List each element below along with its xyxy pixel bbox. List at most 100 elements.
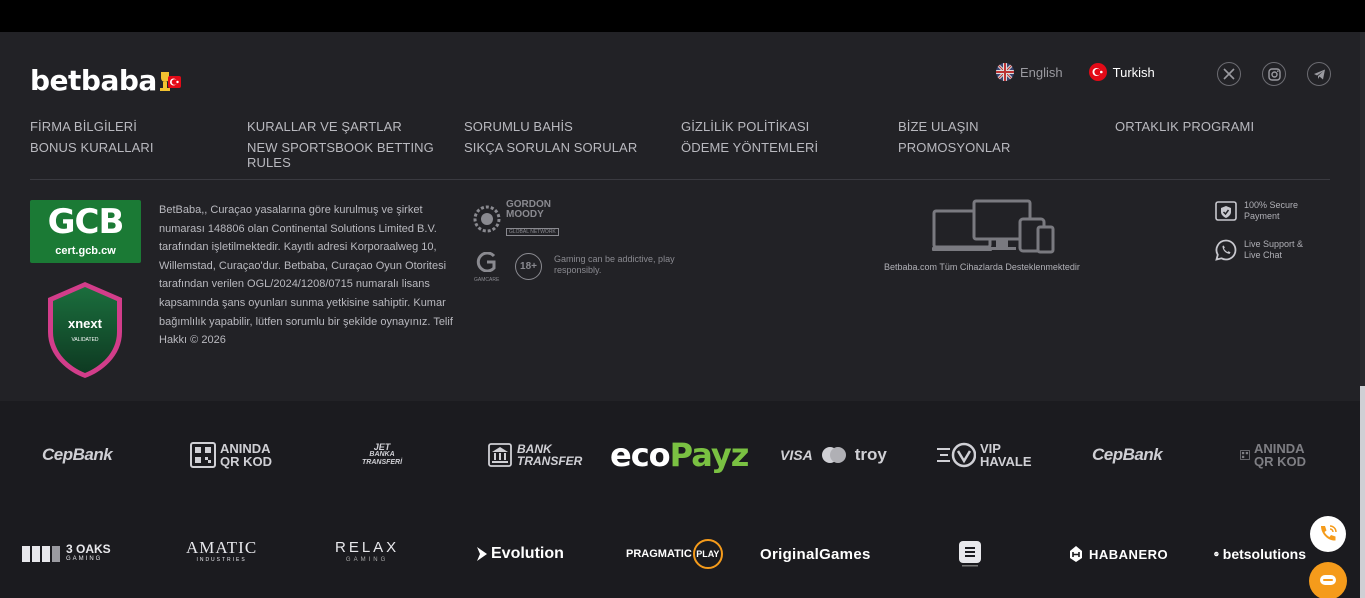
nav-bize-ulasin[interactable]: BİZE ULAŞIN [898,119,1115,134]
nav-firma-bilgileri[interactable]: FİRMA BİLGİLERİ [30,119,247,134]
phone-icon [1321,525,1337,541]
logo-text: betbaba [30,64,157,97]
transferi-label: TRANSFERİ [362,459,403,466]
top-bar [0,0,1365,32]
xnext-label: xnext [68,316,102,331]
3oaks-blocks-icon [22,546,60,562]
vip-speed-icon [937,442,976,468]
pragmatic-play-badge: PLAY [692,539,723,569]
gcb-cert-badge[interactable]: GCB cert.gcb.cw [30,200,141,263]
nav-gizlilik[interactable]: GİZLİLİK POLİTİKASI [681,119,898,134]
transfer-label: TRANSFER [517,454,583,468]
cepbank-label-2: CepBank [1092,445,1163,464]
jet-label: JET [373,442,391,452]
eco-label: eco [610,436,671,474]
whatsapp-icon [1215,239,1237,261]
telegram-icon[interactable] [1307,62,1331,86]
xnext-sub: VALIDATED [71,337,99,343]
cepbank-logo-2[interactable]: CepBank [1092,425,1163,485]
live-chat-button[interactable] [1309,562,1347,598]
nav-kurallar-ve-sartlar[interactable]: KURALLAR VE ŞARTLAR [247,119,464,134]
nav-odeme-yontemleri[interactable]: ÖDEME YÖNTEMLERİ [681,140,898,155]
evolution-label: Evolution [491,545,564,562]
pragmatic-logo[interactable]: PRAGMATIC PLAY [626,530,723,578]
cepbank-label: CepBank [42,445,113,464]
feature-secure-payment: 100% Secure Payment [1215,200,1314,222]
gordon-moody-logo[interactable]: GORDON MOODY GLOBAL NETWORK [473,200,559,238]
troy-label: troy [854,445,887,464]
spribe-logo[interactable] [958,530,982,578]
gordon-sub: GLOBAL NETWORK [506,228,559,236]
nav-sportsbook-rules[interactable]: NEW SPORTSBOOK BETTING RULES [247,140,464,170]
amatic-sub: INDUSTRIES [196,557,247,563]
devices-icon [932,199,1056,255]
originalgames-logo[interactable]: OriginalGames [760,530,871,578]
payz-label: Payz [669,436,750,474]
visa-label: VISA [780,447,813,463]
habanero-icon [1070,546,1082,562]
feature-live-support: Live Support & Live Chat [1215,239,1314,261]
chat-bubble-icon [1320,575,1336,585]
nav-col-6: ORTAKLIK PROGRAMI [1115,119,1332,155]
xnext-validated-badge[interactable]: xnext VALIDATED [46,280,124,380]
devices-label: Betbaba.com Tüm Cihazlarda Desteklenmekt… [884,262,1080,272]
nav-sss[interactable]: SIKÇA SORULAN SORULAR [464,140,681,155]
gcb-title: GCB [47,202,125,242]
nav-col-3: SORUMLU BAHİS SIKÇA SORULAN SORULAR [464,119,681,155]
aninda-qr-logo-2[interactable]: ANINDA QR KOD [1240,425,1306,485]
nav-sorumlu-bahis[interactable]: SORUMLU BAHİS [464,119,681,134]
aninda-qr-logo[interactable]: ANINDA QR KOD [190,425,272,485]
tr-flag-icon [1088,63,1107,81]
betsolutions-label: betsolutions [1222,546,1306,562]
qr-kod-label: QR KOD [220,454,272,469]
gamcare-icon [476,251,496,273]
havale-label: HAVALE [980,454,1032,469]
cepbank-logo[interactable]: CepBank [42,425,113,485]
lang-english[interactable]: English [996,63,1063,81]
uk-flag-icon [996,63,1014,81]
x-twitter-icon[interactable] [1217,62,1241,86]
payment-methods-row: CepBank ANINDA QR KOD JET BANKA TRANSFER… [0,425,1360,485]
nav-col-5: BİZE ULAŞIN PROMOSYONLAR [898,119,1115,155]
bank-transfer-logo[interactable]: BANK TRANSFER [488,425,582,485]
spribe-icon [959,541,981,567]
scrollbar-thumb[interactable] [1360,386,1365,598]
jet-banka-logo[interactable]: JET BANKA TRANSFERİ [362,425,402,485]
vip-havale-logo[interactable]: VIP HAVALE [936,425,1032,485]
social-links [1217,62,1331,86]
amatic-logo[interactable]: AMATIC INDUSTRIES [186,530,257,578]
nav-ortaklik[interactable]: ORTAKLIK PROGRAMI [1115,119,1332,134]
feature-support-text: Live Support & Live Chat [1244,239,1304,260]
amatic-label: AMATIC [186,538,258,557]
nav-bonus-kurallari[interactable]: BONUS KURALLARI [30,140,247,155]
habanero-label: HABANERO [1089,546,1169,562]
lang-turkish-label: Turkish [1112,64,1155,80]
feature-secure-text: 100% Secure Payment [1244,200,1299,221]
secure-shield-icon [1215,200,1237,222]
addictive-notice: Gaming can be addictive, play responsibl… [554,254,675,275]
originalgames-label: OriginalGames [760,545,871,563]
relax-logo[interactable]: RELAX GAMING [335,530,399,578]
call-button[interactable] [1310,516,1346,552]
nav-promosyonlar[interactable]: PROMOSYONLAR [898,140,1115,155]
lang-turkish[interactable]: Turkish [1088,63,1155,81]
lang-english-label: English [1020,64,1063,80]
evolution-logo[interactable]: Evolution [476,530,564,578]
qr-code-icon [190,442,216,468]
betsolutions-logo[interactable]: betsolutions [1214,530,1306,578]
3oaks-logo[interactable]: 3 OAKS GAMING [22,530,111,578]
banka-label: BANKA [369,451,395,458]
instagram-icon[interactable] [1262,62,1286,86]
habanero-logo[interactable]: HABANERO [1069,530,1168,578]
footer-nav: FİRMA BİLGİLERİ BONUS KURALLARI KURALLAR… [30,119,1332,170]
gordon-line2: MOODY [506,209,544,220]
nav-col-1: FİRMA BİLGİLERİ BONUS KURALLARI [30,119,247,155]
visa-mc-troy-logo[interactable]: VISA troy [780,425,887,485]
gamcare-label: GAMCARE [474,277,500,283]
gamcare-logo[interactable]: GAMCARE [474,251,499,283]
language-selector: English Turkish [996,63,1155,81]
gordon-moody-icon [473,205,501,233]
ecopayz-logo[interactable]: eco Payz [610,425,750,485]
betbaba-logo[interactable]: betbaba [30,64,181,97]
gcb-url: cert.gcb.cw [30,244,141,258]
